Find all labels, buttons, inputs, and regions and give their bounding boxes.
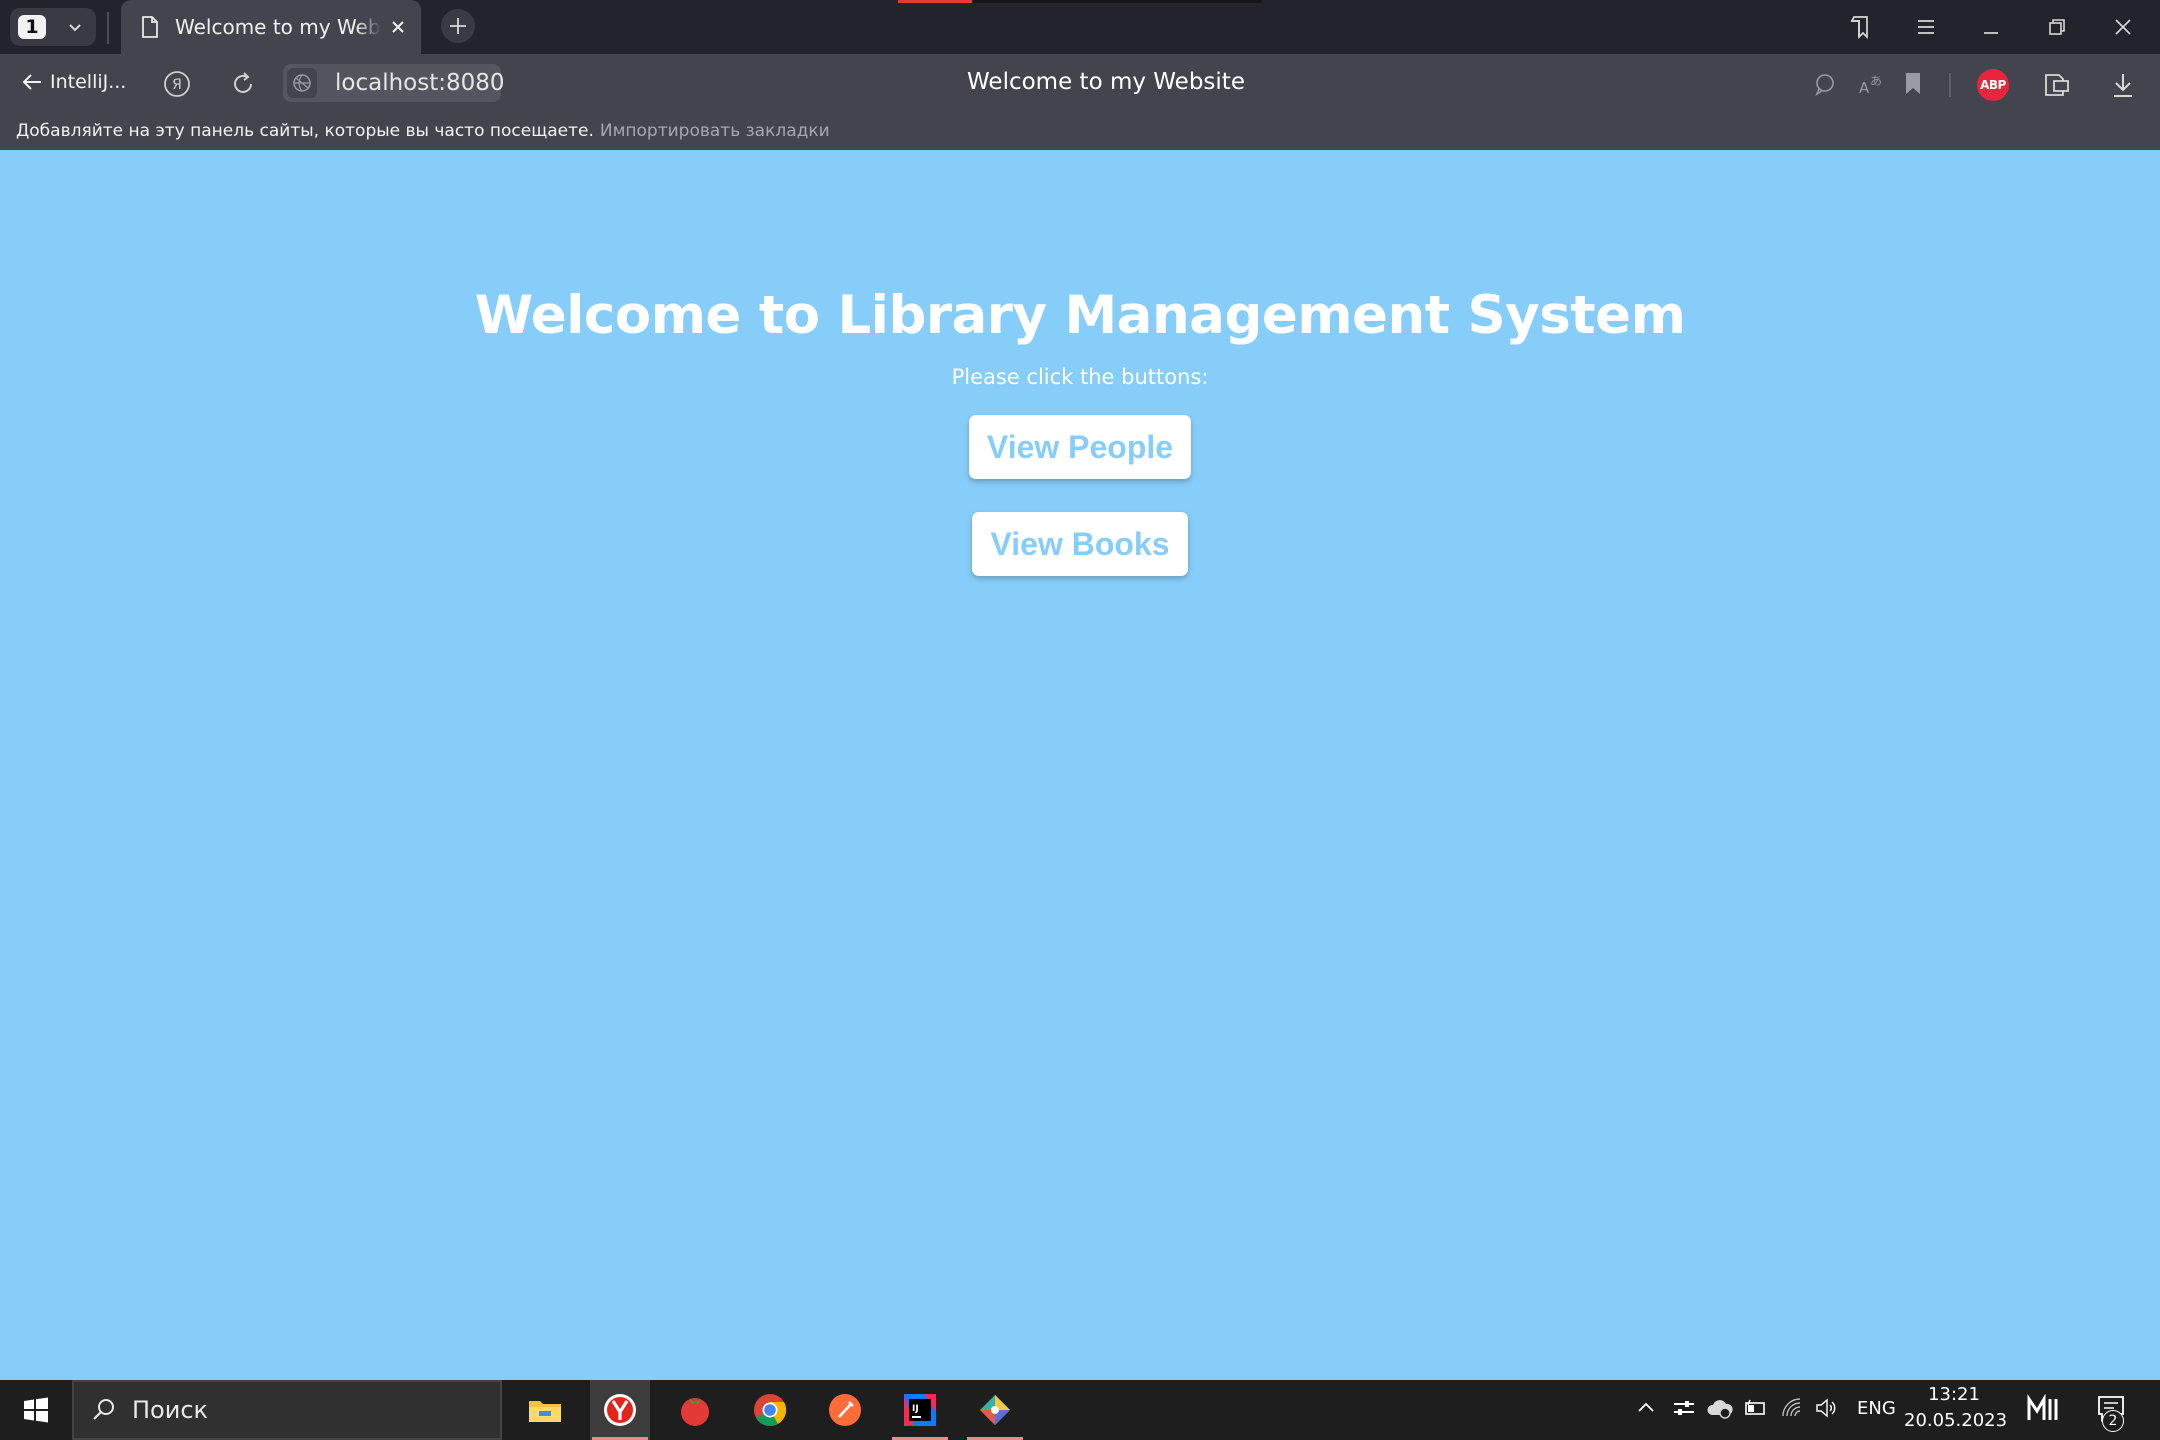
restore-button[interactable] bbox=[2033, 10, 2081, 44]
tab-active[interactable]: Welcome to my Website bbox=[121, 0, 421, 54]
back-arrow-icon bbox=[22, 74, 41, 90]
view-people-wrapper: View People bbox=[0, 415, 2160, 479]
bookmarks-bar: Добавляйте на эту панель сайты, которые … bbox=[0, 114, 2160, 150]
page-heading: Welcome to Library Management System bbox=[474, 285, 1686, 346]
taskbar-app-postman[interactable] bbox=[815, 1380, 875, 1440]
svg-text:あ: あ bbox=[1870, 74, 1882, 88]
plus-icon bbox=[450, 18, 466, 34]
tab-count-badge: 1 bbox=[18, 15, 46, 39]
svg-text:IJ: IJ bbox=[912, 1404, 919, 1414]
taskbar-app-gitkraken[interactable] bbox=[965, 1380, 1025, 1440]
bookmarks-collection-button[interactable] bbox=[1835, 10, 1883, 44]
restore-icon bbox=[2049, 19, 2065, 35]
toolbar-divider bbox=[1949, 73, 1951, 97]
tab-list-chevron-icon bbox=[69, 24, 81, 32]
taskbar-app-intellij[interactable]: IJ bbox=[890, 1380, 950, 1440]
language-indicator[interactable]: ENG bbox=[1857, 1398, 1896, 1419]
window-close-button[interactable] bbox=[2099, 10, 2147, 44]
page-subtitle: Please click the buttons: bbox=[951, 365, 1209, 389]
view-books-wrapper: View Books bbox=[0, 512, 2160, 576]
taskbar-app-yandex[interactable] bbox=[590, 1380, 650, 1440]
bookmarks-hint: Добавляйте на эту панель сайты, которые … bbox=[16, 121, 830, 141]
tab-strip-shadow bbox=[972, 0, 1262, 3]
back-button-label: IntelliJ... bbox=[50, 71, 127, 93]
url-field[interactable]: localhost:8080 bbox=[283, 64, 505, 102]
menu-icon bbox=[1918, 20, 1934, 34]
tab-title: Welcome to my Website bbox=[175, 15, 381, 39]
taskbar: Поиск IJ ENG 13:21 20.05.2023 2 bbox=[0, 1380, 2160, 1440]
translate-icon[interactable]: A あ bbox=[1857, 71, 1885, 97]
notification-count-badge: 2 bbox=[2102, 1410, 2124, 1432]
tomato-timer-icon bbox=[681, 1398, 709, 1426]
globe-icon bbox=[293, 74, 311, 92]
site-info-button[interactable] bbox=[287, 68, 317, 98]
view-books-button[interactable]: View Books bbox=[972, 512, 1188, 576]
close-icon[interactable] bbox=[387, 16, 409, 38]
intellij-icon: IJ bbox=[904, 1394, 936, 1426]
page-viewport: Welcome to Library Management System Ple… bbox=[0, 150, 2160, 1380]
minimize-button[interactable] bbox=[1967, 10, 2015, 44]
chrome-icon bbox=[754, 1394, 787, 1427]
reload-icon[interactable] bbox=[228, 69, 258, 99]
taskbar-app-tomato[interactable] bbox=[665, 1380, 725, 1440]
taskbar-search[interactable]: Поиск bbox=[72, 1380, 502, 1440]
adblock-icon[interactable]: ABP bbox=[1977, 69, 2009, 101]
chevron-up-icon[interactable] bbox=[1636, 1396, 1656, 1420]
file-explorer-icon bbox=[529, 1401, 561, 1422]
tab-strip: 1 Welcome to my Website bbox=[0, 0, 2160, 54]
url-text[interactable]: localhost:8080 bbox=[335, 70, 505, 96]
import-bookmarks-link[interactable]: Импортировать закладки bbox=[600, 121, 830, 141]
clock-time[interactable]: 13:21 bbox=[1904, 1384, 2004, 1405]
git-kraken-icon bbox=[980, 1395, 1010, 1425]
bookmarks-hint-text: Добавляйте на эту панель сайты, которые … bbox=[16, 121, 594, 141]
taskbar-app-explorer[interactable] bbox=[515, 1380, 575, 1440]
taskbar-app-chrome[interactable] bbox=[740, 1380, 800, 1440]
svg-text:Я: Я bbox=[172, 77, 182, 93]
back-button[interactable]: IntelliJ... bbox=[20, 70, 126, 94]
volume-icon[interactable] bbox=[1814, 1396, 1838, 1420]
windows-start-icon[interactable] bbox=[16, 1396, 56, 1424]
new-tab-button[interactable] bbox=[441, 9, 475, 43]
comment-icon[interactable] bbox=[1812, 71, 1838, 97]
search-icon bbox=[93, 1399, 114, 1420]
view-people-button[interactable]: View People bbox=[968, 415, 1192, 479]
tab-counter-button[interactable]: 1 bbox=[10, 8, 96, 46]
page-icon bbox=[142, 16, 158, 38]
close-icon bbox=[2115, 19, 2131, 35]
loading-indicator bbox=[898, 0, 972, 3]
download-icon[interactable] bbox=[2110, 71, 2136, 99]
yandex-browser-icon bbox=[604, 1394, 636, 1426]
browser-menu-button[interactable] bbox=[1902, 10, 1950, 44]
clock-date[interactable]: 20.05.2023 bbox=[1904, 1410, 2007, 1431]
wifi-icon[interactable] bbox=[1780, 1396, 1804, 1420]
address-bar: IntelliJ... Я localhost:8080 Welcome to … bbox=[0, 54, 2160, 114]
bookmarks-collection-icon bbox=[1850, 16, 1868, 39]
meet-now-icon[interactable] bbox=[2026, 1394, 2062, 1424]
search-placeholder: Поиск bbox=[132, 1396, 209, 1424]
tab-divider bbox=[107, 12, 109, 44]
onedrive-icon[interactable] bbox=[1706, 1396, 1734, 1420]
settings-sliders-icon[interactable] bbox=[1672, 1396, 1696, 1420]
page-title: Welcome to my Website bbox=[967, 69, 1245, 95]
reading-list-icon[interactable] bbox=[2043, 71, 2071, 99]
postman-icon bbox=[829, 1394, 861, 1426]
battery-icon[interactable] bbox=[1743, 1396, 1767, 1420]
svg-text:A: A bbox=[1859, 79, 1870, 97]
minimize-icon bbox=[1984, 32, 1998, 34]
bookmark-icon[interactable] bbox=[1902, 71, 1924, 97]
yandex-icon[interactable]: Я bbox=[162, 69, 192, 99]
